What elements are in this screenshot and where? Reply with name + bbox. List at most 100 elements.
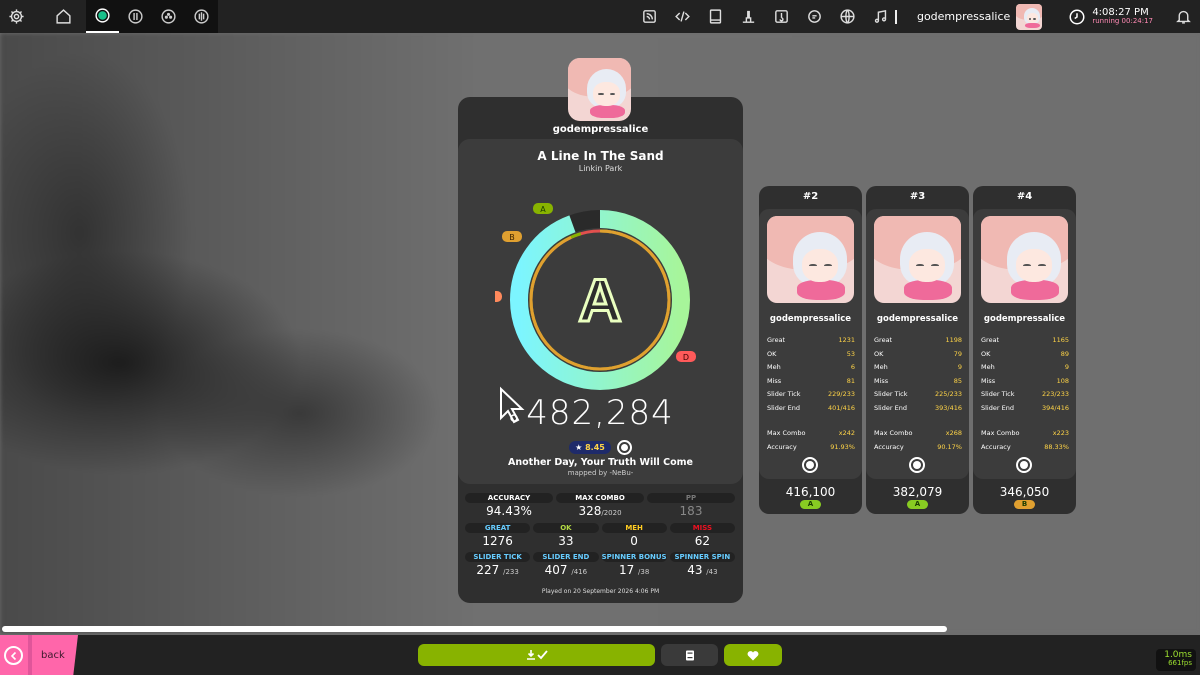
home-icon[interactable] (47, 0, 80, 33)
download-replay-button[interactable] (418, 644, 655, 666)
leaderboard-username[interactable]: godempressalice (866, 314, 969, 324)
mod-icon[interactable] (616, 440, 632, 455)
wiki-icon[interactable] (699, 0, 732, 33)
side-stat-max-combo: Max Combo x268 (874, 429, 962, 437)
stat-spinner-spin: SPINNER SPIN 43 /43 (669, 552, 735, 577)
download-check-icon (526, 650, 548, 660)
leaderboard-avatar[interactable] (981, 216, 1068, 303)
side-stat-ok: OK 53 (767, 349, 855, 358)
side-stat-slider-tick: Slider Tick 229/233 (767, 390, 855, 398)
ruleset-osu-icon[interactable] (86, 0, 119, 33)
stat-meh: MEH 0 (601, 523, 667, 548)
back-divider (28, 635, 32, 675)
leaderboard-username[interactable]: godempressalice (973, 314, 1076, 324)
toolbar: godempressalice 4:08:27 PM running 00:24… (0, 0, 1200, 33)
svg-text:A: A (540, 205, 546, 214)
side-stat-slider-end: Slider End 394/416 (981, 403, 1069, 412)
leaderboard-card[interactable]: #3 godempressalice Great 1198 OK 79 Meh 9 Miss 85… (866, 186, 969, 514)
svg-text:B: B (509, 233, 515, 242)
side-stat-slider-tick: Slider Tick 223/233 (981, 390, 1069, 398)
beatmap-info-button[interactable] (661, 644, 718, 666)
stats-row-hits: GREAT 1276 OK 33 MEH 0 MISS 62 (465, 523, 735, 548)
side-stat-meh: Meh 9 (981, 363, 1069, 371)
clock[interactable]: 4:08:27 PM running 00:24:17 (1068, 8, 1153, 26)
player-avatar[interactable] (568, 58, 631, 121)
grade-marker-b: B (502, 231, 522, 242)
leaderboard-rank: #2 (802, 191, 819, 202)
total-score: 482,284 (526, 393, 674, 433)
mod-icon[interactable] (802, 457, 818, 473)
stat-miss: MISS 62 (669, 523, 735, 548)
side-stat-max-combo: Max Combo x242 (767, 429, 855, 437)
dashboard-globe-icon[interactable] (831, 0, 864, 33)
now-playing-music-icon[interactable] (864, 0, 897, 33)
clock-running-time: running 00:24:17 (1092, 17, 1153, 25)
scrollbar[interactable] (2, 626, 947, 632)
mod-icon[interactable] (909, 457, 925, 473)
stat-slider-tick: SLIDER TICK 227 /233 (465, 552, 531, 577)
song-artist: Linkin Park (578, 164, 623, 173)
rankings-icon[interactable] (732, 0, 765, 33)
stat-max-combo: MAX COMBO 328/2020 (556, 493, 644, 518)
fps-counter: 1.0ms 661fps (1156, 649, 1196, 671)
side-stat-miss: Miss 108 (981, 376, 1069, 385)
leaderboard-grade-badge: B (1014, 500, 1035, 509)
side-stat-ok: OK 89 (981, 349, 1069, 358)
leaderboard-grade-badge: A (800, 500, 821, 509)
player-username[interactable]: godempressalice (458, 124, 743, 135)
side-stat-great: Great 1198 (874, 336, 962, 344)
news-icon[interactable] (633, 0, 666, 33)
book-icon (685, 650, 694, 660)
ruleset-catch-icon[interactable] (152, 0, 185, 33)
side-stat-slider-end: Slider End 393/416 (874, 403, 962, 412)
star-rating-badge: ★ 8.45 (569, 441, 611, 454)
leaderboard-avatar[interactable] (767, 216, 854, 303)
chat-icon[interactable] (798, 0, 831, 33)
stat-great: GREAT 1276 (465, 523, 531, 548)
notifications-bell-icon[interactable] (1167, 0, 1200, 33)
leaderboard-stats: Great 1165 OK 89 Meh 9 Miss 108 Slider Tick 223/2… (981, 334, 1069, 454)
played-date: Played on 20 September 2026 4:06 PM (541, 588, 660, 595)
side-stat-meh: Meh 6 (767, 363, 855, 371)
leaderboard-rank: #4 (1016, 191, 1033, 202)
back-arrow-icon[interactable] (4, 646, 23, 665)
leaderboard-stats: Great 1198 OK 79 Meh 9 Miss 85 Slider Tick 225/23… (874, 334, 962, 454)
difficulty-name: Another Day, Your Truth Will Come (508, 457, 693, 468)
side-stat-miss: Miss 85 (874, 376, 962, 385)
leaderboard-card[interactable]: #4 godempressalice Great 1165 OK 89 Meh 9 Miss 10… (973, 186, 1076, 514)
leaderboard-score: 416,100 (785, 485, 836, 499)
changelog-icon[interactable] (666, 0, 699, 33)
song-title: A Line In The Sand (537, 149, 664, 163)
stats-row-primary: ACCURACY 94.43% MAX COMBO 328/2020 PP 18… (465, 493, 735, 518)
stat-slider-end: SLIDER END 407 /416 (533, 552, 599, 577)
side-stat-meh: Meh 9 (874, 363, 962, 371)
beatmap-listing-icon[interactable] (765, 0, 798, 33)
difficulty-row: ★ 8.45 (458, 440, 743, 455)
side-stat-slider-tick: Slider Tick 225/233 (874, 390, 962, 398)
leaderboard-stats: Great 1231 OK 53 Meh 6 Miss 81 Slider Tick 229/23… (767, 334, 855, 454)
back-label[interactable]: back (41, 650, 65, 661)
stats-row-sliders: SLIDER TICK 227 /233 SLIDER END 407 /416… (465, 552, 735, 577)
side-stat-accuracy: Accuracy 90.17% (874, 442, 962, 451)
ruleset-mania-icon[interactable] (185, 0, 218, 33)
leaderboard-username[interactable]: godempressalice (759, 314, 862, 324)
side-stat-accuracy: Accuracy 91.93% (767, 442, 855, 451)
toolbar-avatar[interactable] (1016, 3, 1043, 30)
grade-marker-d: D (676, 351, 696, 362)
stat-spinner-bonus: SPINNER BONUS 17 /38 (601, 552, 667, 577)
toolbar-username[interactable]: godempressalice (917, 10, 1010, 23)
favourite-button[interactable] (724, 644, 782, 666)
mod-icon[interactable] (1016, 457, 1032, 473)
leaderboard-avatar[interactable] (874, 216, 961, 303)
leaderboard-card[interactable]: #2 godempressalice Great 1231 OK 53 Meh 6 Miss 81… (759, 186, 862, 514)
stat-pp: PP 183 (647, 493, 735, 518)
stat-accuracy: ACCURACY 94.43% (465, 493, 553, 518)
settings-gear-icon[interactable] (0, 0, 33, 33)
svg-text:D: D (683, 353, 689, 362)
accuracy-ring: A A B C D (495, 203, 696, 390)
ruleset-selector (86, 0, 218, 33)
stat-ok: OK 33 (533, 523, 599, 548)
ruleset-taiko-icon[interactable] (119, 0, 152, 33)
grade-letter: A (578, 267, 621, 334)
star-icon: ★ (575, 443, 583, 452)
